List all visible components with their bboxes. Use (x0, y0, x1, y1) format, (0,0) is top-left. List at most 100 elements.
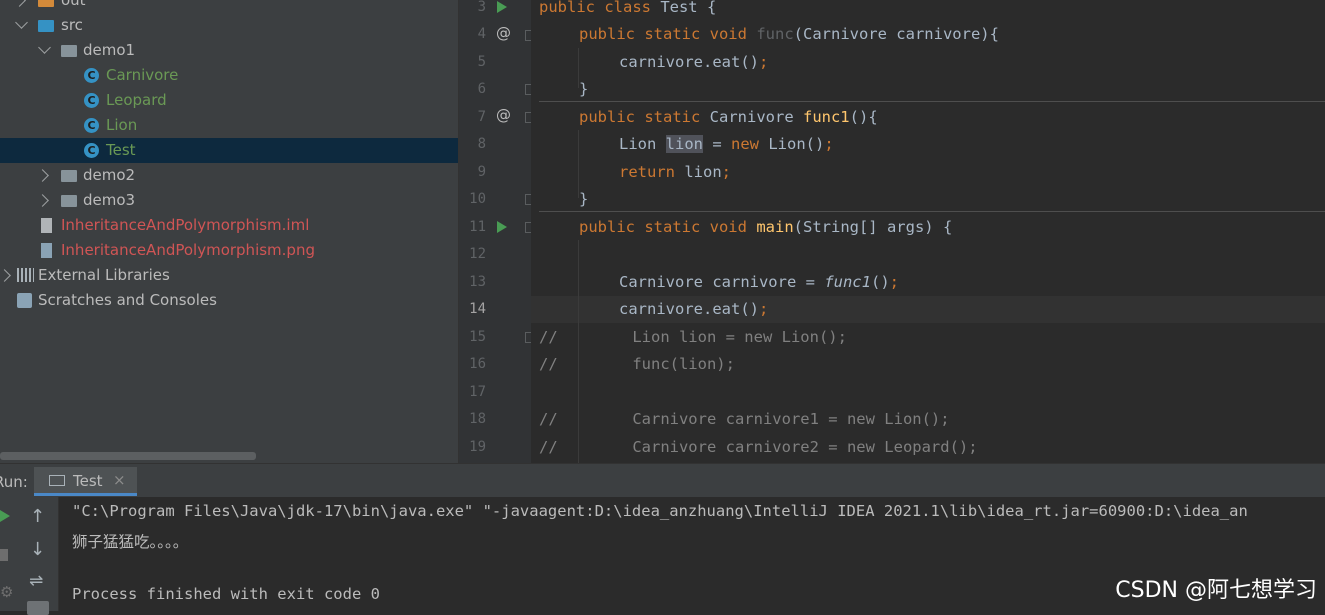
tree-item-label: demo2 (83, 166, 136, 184)
code-line-11: public static void main(String[] args) { (579, 214, 1325, 241)
tree-item-external-libraries[interactable]: External Libraries (0, 263, 458, 288)
settings-icon[interactable]: ⚙ (0, 583, 13, 601)
code-line-5: carnivore.eat(); (619, 49, 1325, 76)
horizontal-scrollbar[interactable] (0, 452, 256, 460)
code-text: carnivore.eat() (619, 300, 759, 318)
chevron-down-icon[interactable] (15, 16, 28, 29)
tree-item-leopard[interactable]: C Leopard (0, 88, 458, 113)
tree-item-src[interactable]: src (0, 13, 458, 38)
scroll-to-end-icon[interactable] (27, 601, 49, 615)
tree-item-label: Lion (106, 116, 138, 134)
line-number: 13 (469, 274, 486, 290)
tree-item-carnivore[interactable]: C Carnivore (0, 63, 458, 88)
arrow-down-icon[interactable]: ↓ (30, 539, 45, 560)
method-name: func1 (802, 108, 850, 126)
rerun-icon[interactable] (0, 510, 10, 522)
code-line-15: // Lion lion = new Lion(); (539, 324, 1325, 351)
class-icon: C (84, 118, 99, 133)
tree-item-out[interactable]: out (0, 0, 458, 13)
semicolon: ; (889, 273, 899, 291)
console-line: Process finished with exit code 0 (72, 585, 380, 603)
run-label: Run: (0, 473, 28, 491)
stop-icon[interactable] (0, 549, 8, 561)
tree-item-label: demo3 (83, 191, 136, 209)
code-editor[interactable]: public class Test { public static void f… (531, 0, 1325, 463)
tree-item-demo2[interactable]: demo2 (0, 163, 458, 188)
line-number: 15 (469, 329, 486, 345)
library-icon (17, 268, 34, 282)
run-panel-header: Run: Test × (0, 463, 1325, 498)
line-number: 10 (469, 191, 486, 207)
run-main-icon[interactable] (497, 221, 507, 233)
code-text: (Carnivore carnivore){ (793, 25, 999, 43)
keyword: public static void (579, 218, 747, 236)
line-number: 18 (469, 411, 486, 427)
semicolon: ; (721, 163, 732, 181)
code-line-3: public class Test { (539, 0, 1325, 21)
code-line-8: Lion lion = new Lion(); (619, 131, 1325, 158)
close-icon[interactable]: × (113, 471, 126, 489)
code-line-16: // func(lion); (539, 351, 1325, 378)
code-text: Test { (650, 0, 717, 16)
semicolon: ; (758, 300, 769, 318)
highlighted-identifier: lion (665, 135, 703, 153)
code-text: Lion (619, 135, 666, 153)
package-icon (61, 170, 77, 182)
watermark: CSDN @阿七想学习 (1115, 578, 1317, 603)
keyword: new (731, 135, 759, 153)
implementation-marker-icon[interactable]: @ (496, 106, 511, 124)
console-icon (49, 475, 65, 486)
code-line-6: } (579, 76, 1325, 103)
tree-item-test[interactable]: C Test (0, 138, 458, 163)
code-text: (){ (849, 108, 878, 126)
tree-item-label: Carnivore (106, 66, 179, 84)
soft-wrap-icon[interactable]: ⇌ (29, 571, 43, 591)
scratches-icon (17, 293, 32, 308)
chevron-right-icon[interactable] (36, 194, 49, 207)
package-icon (61, 195, 77, 207)
tree-item-label: Leopard (106, 91, 167, 109)
tree-item-iml-file[interactable]: InheritanceAndPolymorphism.iml (0, 213, 458, 238)
code-text: lion (675, 163, 722, 181)
chevron-right-icon[interactable] (0, 269, 11, 282)
editor-gutter: 3 4 5 6 7 8 9 10 11 12 13 14 15 16 17 18… (459, 0, 536, 463)
implementation-marker-icon[interactable]: @ (496, 24, 511, 42)
tree-item-png-file[interactable]: InheritanceAndPolymorphism.png (0, 238, 458, 263)
arrow-up-icon[interactable]: ↑ (30, 506, 45, 527)
tree-item-label: out (61, 0, 86, 9)
comment: // Carnivore carnivore2 = new Leopard(); (539, 438, 978, 456)
module-file-icon (41, 218, 52, 233)
chevron-right-icon[interactable] (36, 169, 49, 182)
tab-test[interactable]: Test × (34, 467, 137, 496)
keyword: return (619, 163, 675, 181)
code-line-18: // Carnivore carnivore1 = new Lion(); (539, 406, 1325, 433)
tree-item-scratches[interactable]: Scratches and Consoles (0, 288, 458, 313)
tree-item-lion[interactable]: C Lion (0, 113, 458, 138)
code-text: } (579, 190, 589, 208)
line-number: 12 (469, 246, 486, 262)
line-number: 16 (469, 356, 486, 372)
line-number: 5 (477, 54, 486, 70)
comment: // Lion lion = new Lion(); (539, 328, 847, 346)
tree-item-demo1[interactable]: demo1 (0, 38, 458, 63)
chevron-down-icon[interactable] (38, 41, 51, 54)
tree-item-demo3[interactable]: demo3 (0, 188, 458, 213)
run-class-icon[interactable] (497, 1, 507, 13)
line-number: 4 (477, 26, 486, 42)
keyword: public static (579, 108, 701, 126)
code-line-4: public static void func(Carnivore carniv… (579, 21, 1325, 48)
package-icon (61, 45, 77, 57)
line-number: 8 (477, 136, 486, 152)
console-line: "C:\Program Files\Java\jdk-17\bin\java.e… (72, 502, 1248, 520)
comment: // Carnivore carnivore1 = new Lion(); (539, 410, 950, 428)
code-line-7: public static Carnivore func1(){ (579, 104, 1325, 131)
chevron-right-icon[interactable] (13, 0, 26, 7)
tree-item-label: demo1 (83, 41, 136, 59)
code-line-14: carnivore.eat(); (619, 296, 1325, 323)
console-line: 狮子猛猛吃。。。。 (72, 533, 189, 551)
line-number: 9 (477, 164, 486, 180)
code-text: Carnivore carnivore = (619, 273, 825, 291)
tree-item-label: External Libraries (38, 266, 170, 284)
tree-item-label: InheritanceAndPolymorphism.iml (61, 216, 310, 234)
line-number-current: 14 (469, 301, 486, 317)
